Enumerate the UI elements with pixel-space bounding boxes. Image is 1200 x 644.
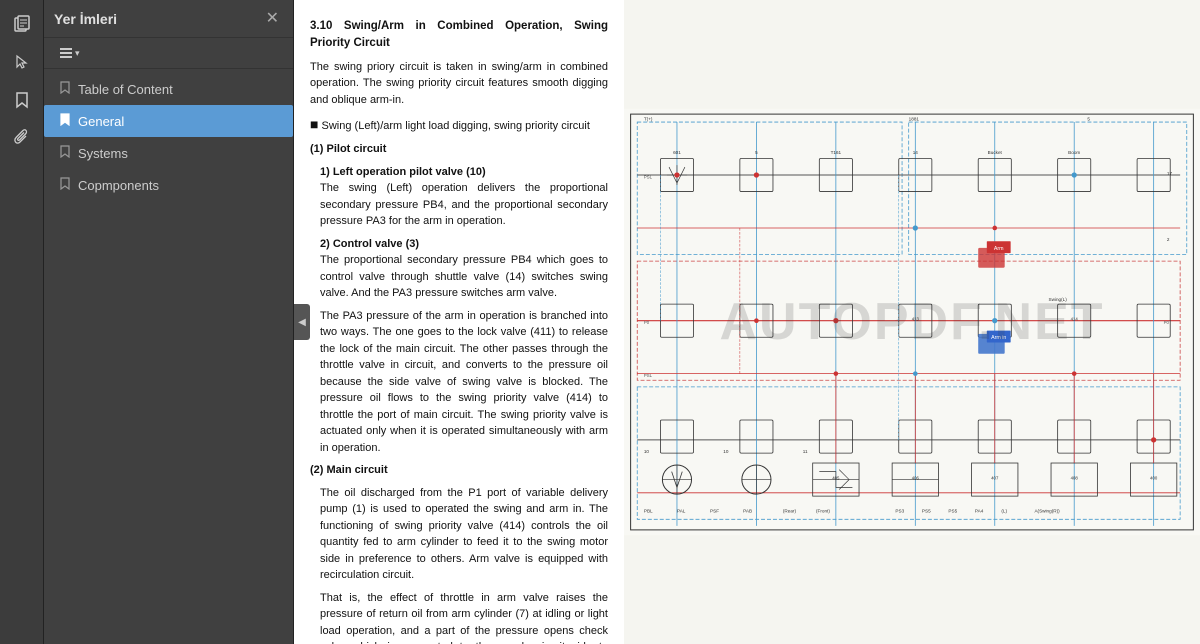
main-content: 3.10 Swing/Arm in Combined Operation, Sw… (294, 0, 1200, 644)
svg-text:A(Swing(R)): A(Swing(R)) (1034, 509, 1060, 514)
sidebar-item-systems[interactable]: Systems (44, 137, 293, 169)
bookmark-systems-icon (60, 145, 70, 161)
hydraulic-schematic: Arm Arm in 601 5 T161 14 Bucket Boom 10 (624, 0, 1200, 644)
subsection-marker: ■ (310, 116, 318, 132)
paperclip-icon[interactable] (6, 122, 38, 154)
sidebar-title: Yer İmleri (54, 11, 117, 27)
pilot-item-3-text: The PA3 pressure of the arm in operation… (320, 310, 608, 454)
sidebar-collapse-button[interactable]: ◀ (294, 304, 310, 340)
bookmark-toc-icon (60, 81, 70, 97)
svg-text:11: 11 (803, 449, 808, 454)
svg-text:PSF: PSF (710, 509, 719, 514)
left-toolbar (0, 0, 44, 644)
pilot-item-1: 1) Left operation pilot valve (10) The s… (320, 164, 608, 230)
svg-text:413: 413 (912, 317, 920, 322)
svg-text:Bucket: Bucket (988, 150, 1003, 155)
svg-text:PSL: PSL (644, 373, 653, 378)
sidebar-item-components[interactable]: Copmponents (44, 169, 293, 201)
document-page: 3.10 Swing/Arm in Combined Operation, Sw… (294, 0, 1200, 644)
svg-text:Boom: Boom (1068, 150, 1080, 155)
svg-text:PS3: PS3 (895, 509, 904, 514)
sidebar-header: Yer İmleri ✕ (44, 0, 293, 38)
svg-text:17: 17 (1167, 171, 1173, 176)
sidebar-panel: Yer İmleri ✕ ▾ Table of Content (44, 0, 294, 644)
svg-text:PS5: PS5 (922, 509, 931, 514)
pilot-circuit-items: 1) Left operation pilot valve (10) The s… (320, 164, 608, 457)
sidebar-toolbar: ▾ (44, 38, 293, 69)
sidebar-item-general[interactable]: General (44, 105, 293, 137)
svg-text:Swing(L): Swing(L) (1049, 297, 1068, 302)
svg-text:406: 406 (912, 476, 920, 481)
svg-text:Arm in: Arm in (991, 335, 1006, 341)
svg-text:1881: 1881 (909, 117, 920, 122)
svg-text:601: 601 (673, 150, 681, 155)
svg-text:(L): (L) (1001, 509, 1007, 514)
sidebar-view-button[interactable]: ▾ (54, 44, 85, 62)
svg-text:PAB: PAB (743, 509, 752, 514)
svg-text:5: 5 (1087, 117, 1090, 122)
svg-text:Arm: Arm (994, 246, 1004, 252)
sidebar-items-list: Table of Content General Systems (44, 69, 293, 644)
main-circuit-text-1: The oil discharged from the P1 port of v… (320, 485, 608, 584)
pilot-circuit-label: (1) Pilot circuit (310, 141, 608, 158)
dropdown-arrow: ▾ (75, 48, 80, 59)
pilot-item-2: 2) Control valve (3) The proportional se… (320, 236, 608, 302)
pilot-item-1-text: The swing (Left) operation delivers the … (320, 182, 608, 227)
svg-text:PA4: PA4 (975, 509, 984, 514)
svg-text:414: 414 (1071, 317, 1079, 322)
main-circuit-items: The oil discharged from the P1 port of v… (320, 485, 608, 644)
svg-text:T161: T161 (831, 150, 842, 155)
svg-text:(Rear): (Rear) (783, 509, 797, 514)
svg-text:PS5: PS5 (948, 509, 957, 514)
pilot-item-2-text: The proportional secondary pressure PB4 … (320, 254, 608, 299)
svg-text:10: 10 (723, 449, 729, 454)
svg-text:14: 14 (913, 150, 919, 155)
sidebar-item-toc[interactable]: Table of Content (44, 73, 293, 105)
diagram-side: Arm Arm in 601 5 T161 14 Bucket Boom 10 (624, 0, 1200, 644)
svg-text:2: 2 (1167, 237, 1170, 242)
svg-text:407: 407 (991, 476, 999, 481)
svg-text:PBL: PBL (644, 509, 653, 514)
svg-text:P0: P0 (1164, 320, 1170, 325)
subsection-title: Swing (Left)/arm light load digging, swi… (322, 120, 590, 132)
bookmark-general-icon (60, 113, 70, 129)
cursor-icon[interactable] (6, 46, 38, 78)
svg-text:P0: P0 (644, 320, 650, 325)
svg-text:T(+): T(+) (644, 117, 653, 122)
sidebar-item-toc-label: Table of Content (78, 82, 173, 97)
svg-text:5: 5 (755, 150, 758, 155)
sidebar-item-systems-label: Systems (78, 146, 128, 161)
bookmark-components-icon (60, 177, 70, 193)
svg-text:400: 400 (1150, 476, 1158, 481)
section-title: 3.10 Swing/Arm in Combined Operation, Sw… (310, 18, 608, 53)
pilot-item-3: The PA3 pressure of the arm in operation… (320, 308, 608, 457)
intro-text: The swing priory circuit is taken in swi… (310, 59, 608, 109)
svg-text:408: 408 (1071, 476, 1079, 481)
sidebar-item-components-label: Copmponents (78, 178, 159, 193)
main-circuit-text-2: That is, the effect of throttle in arm v… (320, 590, 608, 644)
svg-text:10: 10 (644, 449, 650, 454)
documents-icon[interactable] (6, 8, 38, 40)
sidebar-item-general-label: General (78, 114, 124, 129)
svg-text:405: 405 (832, 476, 840, 481)
main-circuit-label: (2) Main circuit (310, 462, 608, 479)
sidebar-close-button[interactable]: ✕ (262, 9, 283, 29)
svg-text:(Front): (Front) (816, 509, 830, 514)
svg-text:PAL: PAL (677, 509, 686, 514)
svg-text:PSL: PSL (644, 174, 653, 179)
subsection-header: ■ Swing (Left)/arm light load digging, s… (310, 114, 608, 135)
page-container: 3.10 Swing/Arm in Combined Operation, Sw… (294, 0, 1200, 644)
diagram-background: Arm Arm in 601 5 T161 14 Bucket Boom 10 (624, 0, 1200, 644)
document-text-side: 3.10 Swing/Arm in Combined Operation, Sw… (294, 0, 624, 644)
bookmark-panel-icon[interactable] (6, 84, 38, 116)
